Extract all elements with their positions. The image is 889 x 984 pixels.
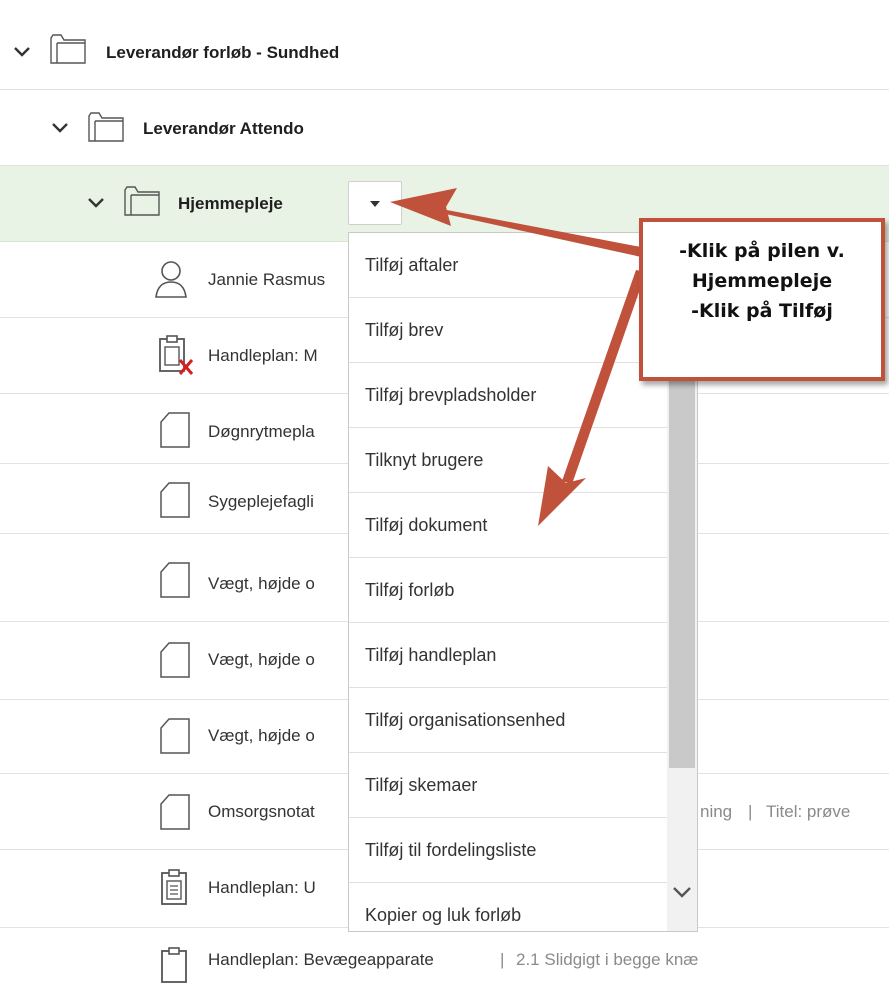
menu-item-tilfoj-forlob[interactable]: Tilføj forløb (349, 558, 667, 623)
menu-item-label: Tilføj aftaler (365, 255, 459, 275)
instruction-callout: -Klik på pilen v. Hjemmepleje -Klik på T… (639, 218, 885, 381)
menu-item-tilfoj-dokument[interactable]: Tilføj dokument (349, 493, 667, 558)
document-icon (160, 642, 190, 678)
menu-item-tilfoj-organisationsenhed[interactable]: Tilføj organisationsenhed (349, 688, 667, 753)
row-meta-title: Titel: prøve (766, 802, 851, 821)
tree-row-label: Døgnrytmepla (208, 422, 315, 441)
callout-line: -Klik på Tilføj (691, 300, 833, 322)
menu-item-tilfoj-brev[interactable]: Tilføj brev (349, 298, 667, 363)
menu-item-label: Tilknyt brugere (365, 450, 484, 470)
menu-item-label: Tilføj brev (365, 320, 444, 340)
menu-item-tilfoj-brevpladsholder[interactable]: Tilføj brevpladsholder (349, 363, 667, 428)
document-icon (160, 718, 190, 754)
tree-row-label: Sygeplejefagli (208, 492, 314, 511)
menu-item-label: Tilføj handleplan (365, 645, 497, 665)
tree-row-label: Handleplan: U (208, 878, 316, 897)
tree-row-handleplan[interactable]: Handleplan: Bevægeapparate | 2.1 Slidgig… (0, 928, 889, 983)
menu-item-label: Tilføj brevpladsholder (365, 385, 537, 405)
menu-item-tilfoj-skemaer[interactable]: Tilføj skemaer (349, 753, 667, 818)
menu-item-label: Tilføj dokument (365, 515, 488, 535)
row-meta-text: ning (700, 802, 733, 821)
callout-line: -Klik på pilen v. (679, 240, 845, 262)
document-icon (160, 562, 190, 598)
folder-icon (50, 34, 86, 64)
row-actions-dropdown-button[interactable] (348, 181, 402, 225)
menu-item-tilfoj-til-fordelingsliste[interactable]: Tilføj til fordelingsliste (349, 818, 667, 883)
menu-item-label: Tilføj forløb (365, 580, 455, 600)
handleplan-icon (161, 869, 187, 905)
tree-row-leverandor-attendo[interactable]: Leverandør Attendo (0, 90, 889, 166)
tree-row-label: Jannie Rasmus (208, 270, 326, 289)
tree-row-label: Handleplan: M (208, 346, 318, 365)
tree-row-label: Handleplan: Bevægeapparate (208, 950, 434, 969)
folder-icon (124, 186, 160, 216)
handleplan-icon (161, 947, 187, 983)
row-meta-separator: | (748, 802, 753, 821)
menu-item-tilfoj-aftaler[interactable]: Tilføj aftaler (349, 233, 667, 298)
user-icon (155, 261, 187, 298)
tree-row-label: Hjemmepleje (178, 194, 283, 213)
tree-row-label: Leverandør forløb - Sundhed (106, 43, 340, 62)
document-icon (160, 482, 190, 518)
menu-item-tilknyt-brugere[interactable]: Tilknyt brugere (349, 428, 667, 493)
caret-down-icon (370, 201, 380, 207)
tree-row-label: Vægt, højde o (208, 650, 315, 669)
chevron-down-icon[interactable] (12, 42, 32, 62)
chevron-down-icon[interactable] (671, 883, 693, 901)
row-meta-text: 2.1 Slidgigt i begge knæ (516, 950, 699, 969)
folder-icon (88, 112, 124, 142)
document-icon (160, 794, 190, 830)
menu-item-kopier-og-luk-forlob[interactable]: Kopier og luk forløb (349, 883, 667, 931)
tree-row-label: Vægt, højde o (208, 574, 315, 593)
tree-row-leverandor-forlob[interactable]: Leverandør forløb - Sundhed (0, 14, 889, 90)
callout-line: Hjemmepleje (691, 270, 833, 292)
chevron-down-icon[interactable] (50, 118, 70, 138)
tree-row-label: Vægt, højde o (208, 726, 315, 745)
handleplan-icon (159, 335, 194, 375)
chevron-down-icon[interactable] (86, 193, 106, 213)
document-icon (160, 412, 190, 448)
tree-row-label: Omsorgsnotat (208, 802, 315, 821)
row-meta-separator: | (500, 950, 505, 969)
menu-item-label: Tilføj skemaer (365, 775, 478, 795)
menu-item-label: Kopier og luk forløb (365, 905, 522, 925)
menu-item-label: Tilføj organisationsenhed (365, 710, 566, 730)
menu-item-label: Tilføj til fordelingsliste (365, 840, 537, 860)
tree-row-label: Leverandør Attendo (143, 119, 304, 138)
menu-item-tilfoj-handleplan[interactable]: Tilføj handleplan (349, 623, 667, 688)
